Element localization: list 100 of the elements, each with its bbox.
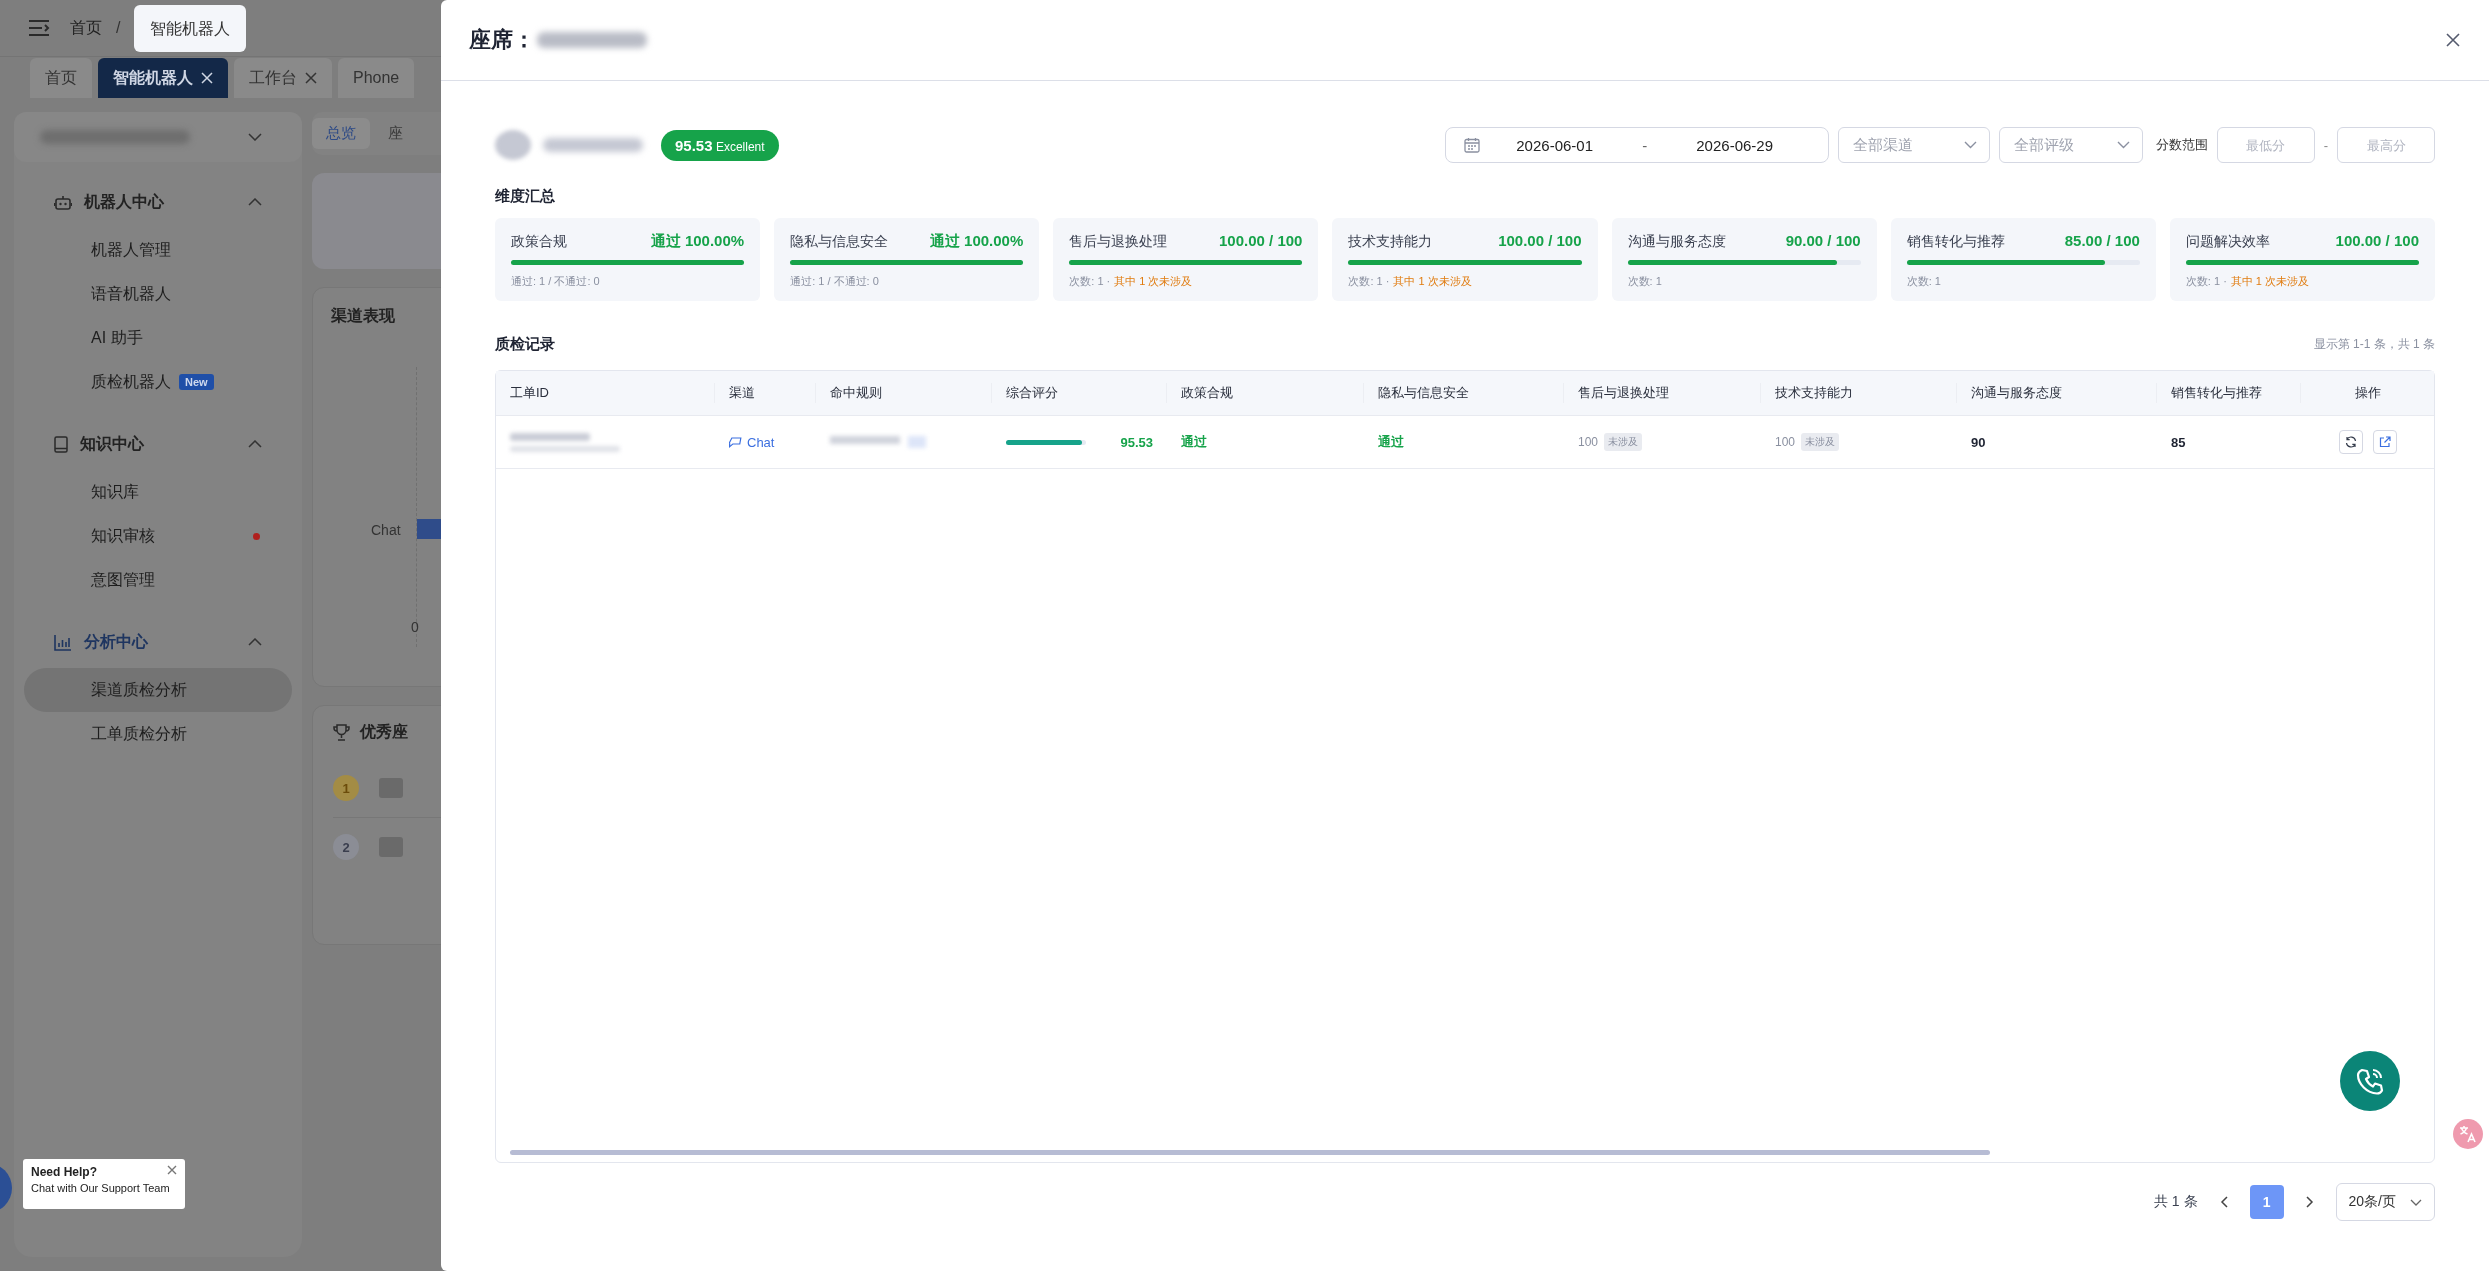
menu-item[interactable]: AI 助手	[24, 316, 292, 360]
robot-icon	[54, 193, 72, 211]
menu-icon[interactable]	[28, 19, 50, 37]
max-score-field[interactable]: 最高分	[2337, 127, 2435, 163]
calendar-icon	[1463, 137, 1480, 153]
status-tag: 未涉及	[1801, 433, 1840, 451]
drawer-title: 座席：	[469, 26, 535, 54]
card-title: 优秀座	[360, 722, 408, 742]
close-icon[interactable]	[2445, 32, 2461, 48]
open-link-button[interactable]	[2372, 430, 2397, 454]
menu-item[interactable]: 渠道质检分析	[24, 668, 292, 712]
dimension-score: 通过 100.00%	[650, 232, 745, 251]
min-score-field[interactable]: 最低分	[2216, 127, 2315, 163]
chevron-down-icon	[2410, 1198, 2422, 1206]
close-icon[interactable]	[167, 1165, 177, 1175]
menu-group[interactable]: 知识中心	[14, 418, 302, 470]
view-tab[interactable]: 总览	[312, 118, 370, 149]
dimension-name: 沟通与服务态度	[1627, 233, 1726, 251]
logo-placeholder	[379, 837, 403, 857]
book-icon	[54, 435, 68, 453]
dimension-stats: 通过: 1 / 不通过: 0	[511, 274, 600, 289]
channel-link[interactable]: Chat	[729, 434, 775, 450]
column-header: 政策合规	[1167, 383, 1364, 403]
column-header: 操作	[2353, 384, 2382, 402]
channel-select[interactable]: 全部渠道	[1837, 127, 1990, 163]
score-badge: 95.53 Excellent	[661, 129, 779, 161]
phone-icon	[2355, 1066, 2385, 1096]
column-header: 销售转化与推荐	[2157, 383, 2301, 403]
refresh-button[interactable]	[2338, 430, 2363, 454]
column-header: 渠道	[715, 383, 816, 403]
dimension-stats: 次数: 1	[1627, 274, 1662, 289]
new-badge: New	[179, 374, 214, 390]
page-size-select[interactable]: 20条/页	[2335, 1183, 2435, 1221]
table-cell: 通过	[1181, 433, 1207, 451]
menu-item[interactable]: 机器人管理	[24, 228, 292, 272]
previous-page-icon[interactable]	[2219, 1196, 2228, 1208]
dimension-note: 其中 1 次未涉及	[2230, 274, 2310, 289]
dimension-stats: 次数: 1 ·	[2185, 274, 2227, 289]
rank-badge: 2	[333, 834, 359, 860]
menu-item[interactable]: 意图管理	[24, 558, 292, 602]
page-tab[interactable]: Phone	[338, 58, 415, 98]
menu-item[interactable]: 语音机器人	[24, 272, 292, 316]
breadcrumb-current: 智能机器人	[134, 4, 247, 52]
status-tag: 未涉及	[1604, 433, 1643, 451]
record-count: 显示第 1-1 条，共 1 条	[2313, 336, 2435, 353]
dimension-score: 100.00 / 100	[1219, 232, 1303, 249]
total-count: 共 1 条	[2153, 1193, 2198, 1211]
breadcrumb-link[interactable]: 首页	[70, 17, 102, 39]
table-cell: 85	[2171, 434, 2186, 450]
dimension-score: 85.00 / 100	[2064, 232, 2140, 249]
menu-item[interactable]: 工单质检分析	[24, 712, 292, 756]
column-header: 命中规则	[816, 383, 992, 403]
rank-badge: 1	[333, 775, 359, 801]
score-value: 95.53	[1120, 434, 1153, 450]
bar-chart-icon	[54, 633, 72, 651]
dimension-name: 售后与退换处理	[1069, 233, 1168, 251]
table-cell: 通过	[1378, 433, 1404, 451]
section-title: 维度汇总	[495, 187, 556, 206]
page-number[interactable]: 1	[2249, 1185, 2284, 1219]
view-tab[interactable]: 座	[374, 118, 417, 149]
phone-call-button[interactable]	[2340, 1051, 2400, 1111]
chevron-down-icon	[248, 133, 262, 141]
menu-item[interactable]: 质检机器人 New	[24, 360, 292, 404]
dimension-name: 销售转化与推荐	[1906, 233, 2005, 251]
breadcrumb-separator: /	[116, 19, 121, 37]
dimension-score: 100.00 / 100	[2335, 232, 2419, 249]
dimension-note: 其中 1 次未涉及	[1114, 274, 1193, 289]
grade-select[interactable]: 全部评级	[1998, 127, 2143, 163]
menu-item[interactable]: 知识库	[24, 470, 292, 514]
menu-item[interactable]: 知识审核	[24, 514, 292, 558]
card-title: 渠道表现	[331, 307, 395, 324]
dimension-name: 问题解决效率	[2185, 233, 2270, 251]
section-title: 质检记录	[495, 335, 555, 354]
next-page-icon[interactable]	[2305, 1196, 2314, 1208]
menu-group[interactable]: 机器人中心	[14, 176, 302, 228]
dimension-score: 90.00 / 100	[1785, 232, 1861, 249]
date-range-picker[interactable]: 2026-06-01 - 2026-06-29	[1444, 127, 1829, 163]
axis-tick-label: 0	[411, 619, 419, 635]
dimension-name: 政策合规	[511, 233, 567, 251]
dimension-stats: 次数: 1	[1906, 274, 1941, 289]
range-separator: -	[2323, 137, 2328, 153]
page-tab[interactable]: 首页	[30, 58, 92, 98]
dimension-stats: 通过: 1 / 不通过: 0	[790, 274, 879, 289]
page-tab[interactable]: 工作台	[234, 58, 332, 98]
column-header: 技术支持能力	[1761, 383, 1957, 403]
dimension-score: 100.00 / 100	[1498, 232, 1582, 249]
table-cell: 90	[1971, 434, 1986, 450]
column-header: 售后与退换处理	[1564, 383, 1761, 403]
column-header: 隐私与信息安全	[1364, 383, 1564, 403]
chat-bubble-icon	[729, 436, 742, 448]
chevron-down-icon	[1963, 141, 1977, 149]
trophy-icon	[333, 724, 350, 741]
page-tab[interactable]: 智能机器人	[98, 58, 228, 98]
dimension-score: 通过 100.00%	[929, 232, 1024, 251]
logo-placeholder	[379, 778, 403, 798]
dimension-note: 其中 1 次未涉及	[1393, 274, 1472, 289]
external-link-icon	[2378, 436, 2391, 448]
dimension-stats: 次数: 1 ·	[1069, 274, 1111, 289]
menu-group[interactable]: 分析中心	[14, 616, 302, 668]
filter-label: 分数范围	[2155, 136, 2208, 154]
